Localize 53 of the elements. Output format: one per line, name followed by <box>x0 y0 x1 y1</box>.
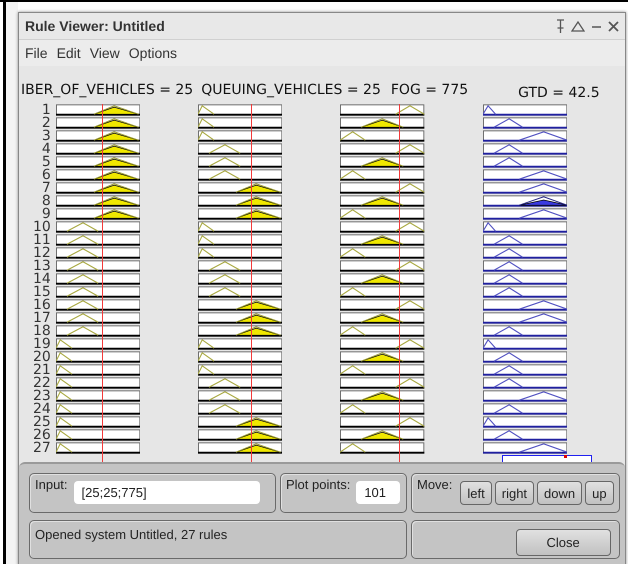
input-value-line[interactable] <box>251 104 252 462</box>
field-label: Move: <box>417 477 452 492</box>
triangle-icon[interactable] <box>571 20 585 32</box>
move-button[interactable]: up <box>585 481 614 505</box>
status-message: Opened system Untitled, 27 rules <box>35 527 228 542</box>
rule-number: 16 <box>32 299 52 311</box>
field-label: Input: <box>35 477 68 492</box>
window-title: Rule Viewer: Untitled <box>25 18 166 34</box>
rule-number: 15 <box>32 286 52 298</box>
plot-points-field[interactable]: 101 <box>356 481 400 504</box>
rule-number: 18 <box>32 325 52 337</box>
close-icon[interactable] <box>608 20 619 32</box>
rule-number: 10 <box>32 221 52 233</box>
rule-number: 21 <box>32 364 52 376</box>
rule-number: 5 <box>40 156 52 168</box>
rule-number: 14 <box>32 273 52 285</box>
move-button[interactable]: down <box>537 481 582 505</box>
rule-number: 7 <box>40 182 52 194</box>
rule-number: 24 <box>32 403 52 415</box>
field-label: Plot points: <box>286 477 350 492</box>
input-field[interactable]: [25;25;775] <box>74 481 260 504</box>
pin-icon[interactable] <box>556 19 565 33</box>
rule-number: 2 <box>40 117 52 129</box>
rule-number: 13 <box>32 260 52 272</box>
close-button[interactable]: Close <box>516 529 611 556</box>
menu-item[interactable]: File <box>25 45 48 61</box>
rule-number: 20 <box>32 351 52 363</box>
rule-number: 3 <box>40 130 52 142</box>
input-value-line[interactable] <box>102 104 104 462</box>
input-value-line[interactable] <box>399 104 400 462</box>
rule-number: 6 <box>40 169 52 181</box>
move-button[interactable]: right <box>494 481 534 505</box>
rule-number: 8 <box>40 195 52 207</box>
rule-number: 9 <box>42 208 52 220</box>
rule-number: 26 <box>32 429 52 441</box>
menu-item[interactable]: Edit <box>56 45 81 61</box>
rule-number: 25 <box>32 416 52 428</box>
rule-number: 4 <box>40 143 52 155</box>
rule-number: 1 <box>40 104 52 116</box>
rule-number: 17 <box>32 312 52 324</box>
input-label: IBER_OF_VEHICLES = 25 <box>21 82 194 98</box>
menu-item[interactable]: View <box>90 45 120 61</box>
menu-item[interactable]: Options <box>128 45 178 61</box>
rule-number: 11 <box>32 234 52 246</box>
rule-number: 27 <box>32 442 52 454</box>
rule-number: 12 <box>32 247 52 259</box>
output-label: GTD = 42.5 <box>518 85 600 101</box>
input-label: FOG = 775 <box>390 82 468 98</box>
rule-number: 23 <box>32 390 52 402</box>
move-button[interactable]: left <box>460 481 492 505</box>
input-label: QUEUING_VEHICLES = 25 <box>201 82 381 98</box>
rule-number: 22 <box>32 377 52 389</box>
rule-number: 19 <box>32 338 52 350</box>
